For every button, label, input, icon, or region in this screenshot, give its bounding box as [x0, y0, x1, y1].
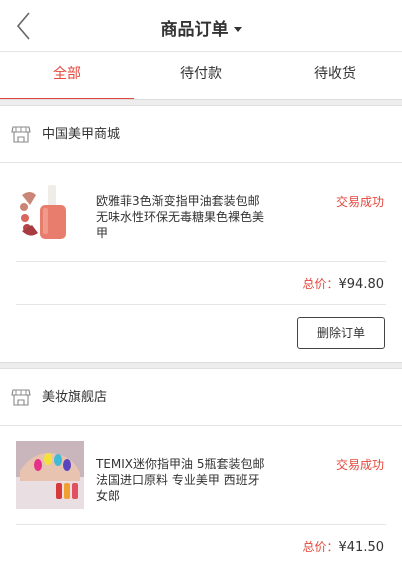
total-amount: ¥41.50	[338, 540, 385, 555]
divider	[16, 304, 386, 305]
divider	[16, 261, 386, 262]
store-icon	[11, 126, 31, 143]
section-divider	[0, 99, 402, 106]
delete-order-button[interactable]: 删除订单	[297, 317, 385, 349]
tab-pending-payment[interactable]: 待付款	[134, 52, 268, 99]
total-amount: ¥94.80	[338, 277, 385, 292]
product-name: TEMIX迷你指甲油 5瓶套装包邮法国进口原料 专业美甲 西班牙女郎	[96, 457, 265, 503]
store-icon	[11, 389, 31, 406]
section-divider	[0, 362, 402, 369]
product-image	[16, 181, 84, 249]
order-tabs: 全部 待付款 待收货	[0, 52, 402, 101]
order-status: 交易成功	[335, 458, 384, 472]
order-status: 交易成功	[335, 195, 384, 209]
order-total: 总价：¥41.50	[302, 538, 384, 555]
store-header[interactable]: 中国美甲商城	[0, 106, 402, 163]
store-name: 中国美甲商城	[42, 127, 121, 142]
store-name: 美妆旗舰店	[42, 390, 108, 405]
product-image	[16, 441, 84, 509]
total-label: 总价：	[302, 540, 339, 554]
order-item[interactable]: TEMIX迷你指甲油 5瓶套装包邮法国进口原料 专业美甲 西班牙女郎 交易成功	[0, 427, 402, 527]
tab-pending-receipt[interactable]: 待收货	[268, 52, 402, 99]
page-title: 商品订单	[160, 20, 229, 40]
order-item[interactable]: 欧雅菲3色渐变指甲油套装包邮无味水性环保无毒糖果色裸色美甲 交易成功	[0, 164, 402, 264]
product-name: 欧雅菲3色渐变指甲油套装包邮无味水性环保无毒糖果色裸色美甲	[96, 194, 265, 240]
top-bar: 商品订单	[0, 0, 402, 52]
order-total: 总价：¥94.80	[302, 275, 384, 292]
tab-all[interactable]: 全部	[0, 52, 134, 101]
divider	[16, 524, 386, 525]
total-label: 总价：	[302, 277, 339, 291]
title-dropdown[interactable]: 商品订单	[0, 15, 402, 40]
caret-down-icon	[233, 27, 242, 32]
store-header[interactable]: 美妆旗舰店	[0, 369, 402, 426]
